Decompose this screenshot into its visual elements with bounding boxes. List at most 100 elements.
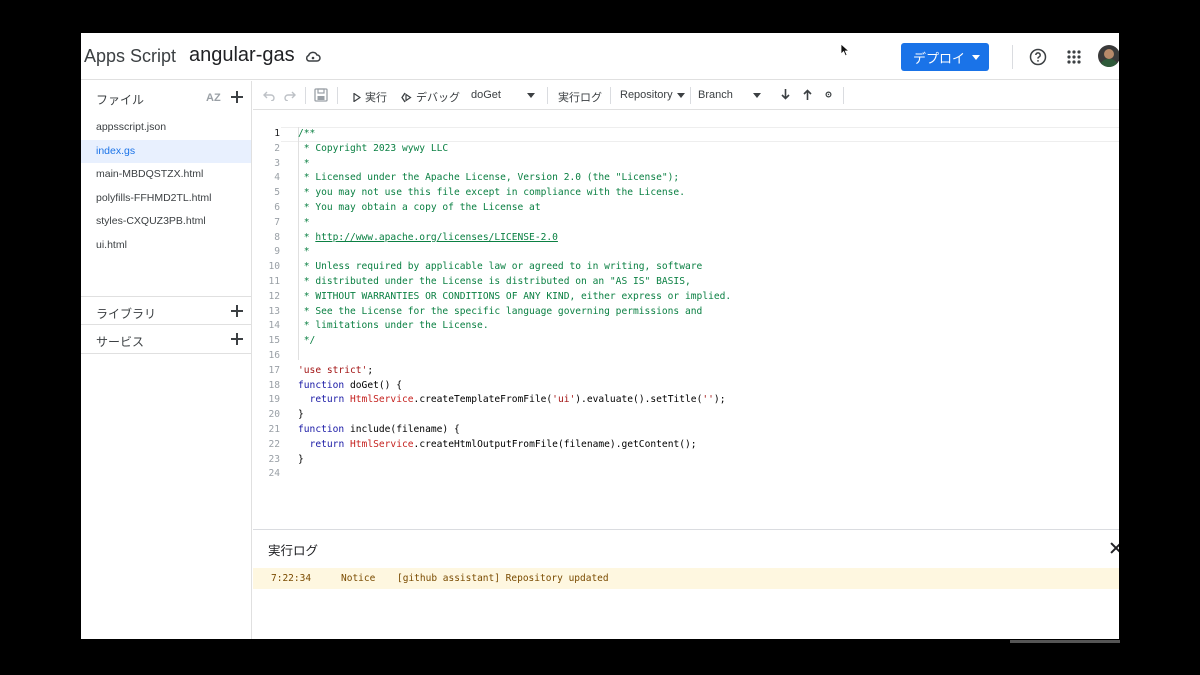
undo-icon[interactable]	[263, 90, 275, 101]
line-number: 1	[274, 128, 280, 139]
line-number: 18	[268, 379, 280, 391]
execution-log-panel: 実行ログ 7:22:34 Notice [github assistant] R…	[253, 529, 1119, 639]
files-heading: ファイル	[96, 93, 145, 107]
line-number: 21	[268, 423, 280, 435]
add-service-plus-icon[interactable]	[231, 333, 243, 345]
branch-label: Branch	[698, 89, 733, 101]
debug-label: デバッグ	[416, 92, 460, 104]
run-button[interactable]: 実行	[353, 89, 387, 105]
code-editor[interactable]: 1 /** 2 * Copyright 2023 wywy LLC 3 * 4 * Li…	[253, 111, 1119, 529]
help-icon[interactable]	[1029, 48, 1047, 66]
libraries-heading: ライブラリ	[96, 307, 157, 321]
file-item[interactable]: appsscript.json	[81, 116, 251, 139]
line-number: 2	[274, 142, 280, 154]
cloud-saved-icon	[305, 51, 321, 62]
close-icon[interactable]	[1111, 543, 1119, 553]
file-item[interactable]: polyfills-FFHMD2TL.html	[81, 187, 251, 210]
gear-icon[interactable]	[825, 91, 832, 98]
code-text: 'use strict';	[298, 364, 374, 376]
code-text: * Copyright 2023 wywy LLC	[298, 142, 449, 154]
services-section[interactable]: サービス	[81, 325, 251, 354]
code-text: *	[298, 246, 310, 258]
app-name[interactable]: Apps Script	[84, 46, 176, 67]
sort-az-icon[interactable]: AZ	[206, 92, 221, 104]
deploy-button[interactable]: デプロイ	[901, 43, 989, 71]
line-number: 19	[268, 394, 280, 406]
debug-button[interactable]: デバッグ	[401, 89, 460, 105]
code-text: * WITHOUT WARRANTIES OR CONDITIONS OF AN…	[298, 290, 732, 302]
chevron-down-icon	[676, 92, 685, 98]
chevron-down-icon	[527, 93, 535, 98]
apps-grid-icon[interactable]	[1066, 49, 1082, 65]
log-level: Notice	[341, 573, 376, 584]
mouse-cursor-icon	[840, 43, 850, 57]
toolbar-divider	[547, 87, 548, 104]
toolbar-divider	[610, 87, 611, 104]
log-panel-title: 実行ログ	[268, 544, 319, 558]
code-text: *	[298, 157, 310, 169]
line-number: 9	[274, 246, 280, 258]
code-text: }	[298, 453, 304, 465]
redo-icon[interactable]	[284, 90, 296, 101]
code-text: * You may obtain a copy of the License a…	[298, 201, 541, 213]
log-entry: 7:22:34 Notice [github assistant] Reposi…	[253, 568, 1119, 589]
code-text: }	[298, 409, 304, 421]
branch-select[interactable]: Branch	[698, 89, 770, 101]
chevron-down-icon	[972, 55, 980, 60]
code-text: * See the License for the specific langu…	[298, 305, 703, 317]
exec-log-button[interactable]: 実行ログ	[558, 89, 602, 105]
toolbar-divider	[337, 87, 338, 104]
line-number: 6	[274, 201, 280, 213]
line-number: 17	[268, 364, 280, 376]
top-bar: Apps Script angular-gas デプロイ	[81, 33, 1119, 80]
pull-arrow-down-icon[interactable]	[781, 89, 790, 100]
debug-icon	[401, 92, 412, 102]
repository-menu[interactable]: Repository	[620, 89, 685, 101]
avatar[interactable]	[1098, 45, 1119, 67]
line-number: 3	[274, 157, 280, 169]
files-section-header: ファイル AZ	[81, 81, 251, 113]
line-number: 10	[268, 261, 280, 273]
log-time: 7:22:34	[271, 573, 312, 584]
line-number: 5	[274, 187, 280, 199]
function-select[interactable]: doGet	[471, 89, 537, 101]
file-sidebar: ファイル AZ appsscript.json index.gs main-MBDQ…	[81, 81, 252, 639]
code-text: * limitations under the License.	[298, 320, 489, 332]
libraries-section[interactable]: ライブラリ	[81, 296, 251, 325]
file-item[interactable]: index.gs	[81, 139, 251, 163]
save-icon[interactable]	[314, 88, 328, 102]
code-text: /**	[298, 128, 316, 139]
code-text: * you may not use this file except in co…	[298, 187, 685, 199]
file-item[interactable]: ui.html	[81, 234, 251, 257]
push-arrow-up-icon[interactable]	[803, 89, 812, 100]
editor-toolbar: 実行 デバッグ doGet 実行ログ Repository Branch	[253, 81, 1119, 110]
project-name[interactable]: angular-gas	[189, 44, 295, 67]
code-text: function doGet() {	[298, 379, 402, 391]
deploy-label: デプロイ	[913, 50, 966, 66]
line-number: 22	[268, 438, 280, 450]
toolbar-divider	[690, 87, 691, 104]
function-select-value: doGet	[471, 89, 501, 101]
play-icon	[353, 92, 361, 102]
code-text: return HtmlService.createTemplateFromFil…	[309, 394, 726, 406]
code-text: * distributed under the License is distr…	[298, 275, 691, 287]
add-file-plus-icon[interactable]	[231, 91, 243, 103]
code-text: *	[298, 216, 310, 228]
line-number: 15	[268, 335, 280, 347]
log-message: [github assistant] Repository updated	[397, 573, 609, 584]
avatar-body	[1100, 59, 1118, 67]
avatar-face	[1104, 49, 1114, 59]
file-item[interactable]: styles-CXQUZ3PB.html	[81, 210, 251, 233]
toolbar-divider	[305, 87, 306, 104]
line-number: 20	[268, 409, 280, 421]
code-text: * Unless required by applicable law or a…	[298, 261, 703, 273]
apps-script-window: Apps Script angular-gas デプロイ ファイル AZ app…	[81, 33, 1119, 639]
code-text: * Licensed under the Apache License, Ver…	[298, 172, 680, 184]
add-library-plus-icon[interactable]	[231, 305, 243, 317]
code-text: function include(filename) {	[298, 423, 460, 435]
line-number: 13	[268, 305, 280, 317]
line-number: 8	[274, 231, 280, 243]
file-item[interactable]: main-MBDQSTZX.html	[81, 163, 251, 186]
line-number: 7	[274, 216, 280, 228]
code-text: */	[298, 335, 316, 347]
